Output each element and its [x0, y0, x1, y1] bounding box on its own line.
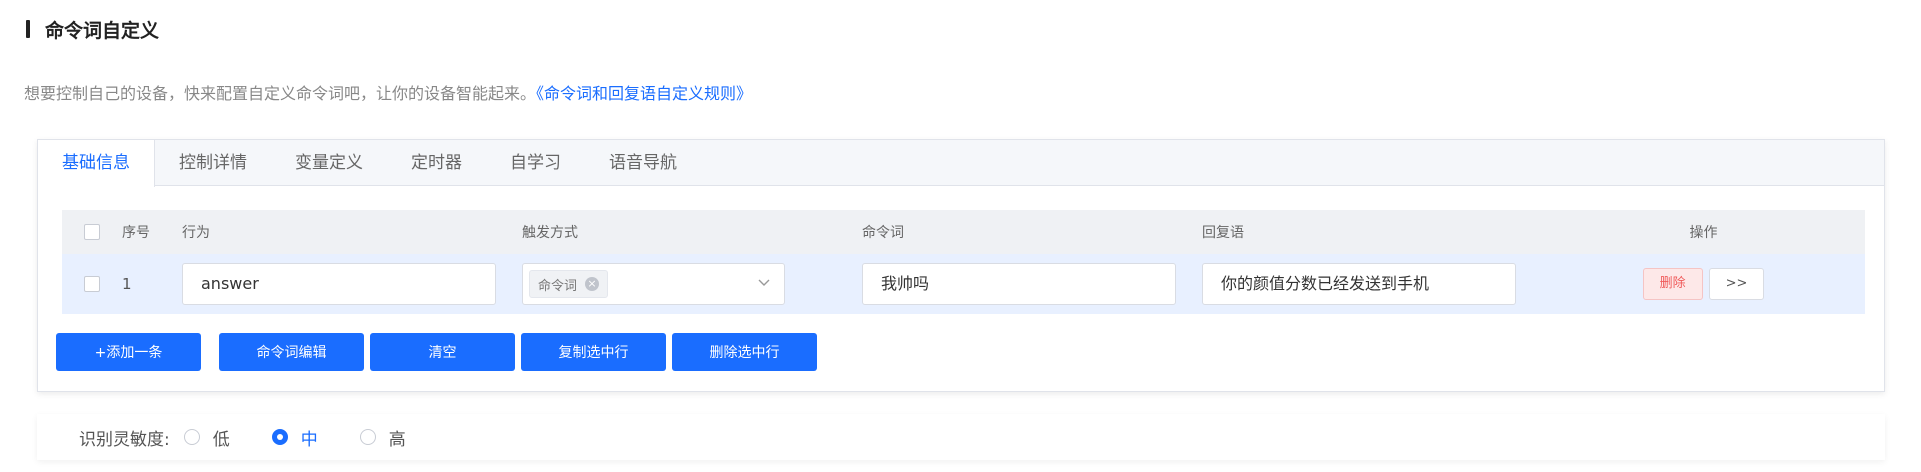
- add-row-button[interactable]: +添加一条: [56, 333, 201, 371]
- chevron-down-icon: [758, 279, 770, 286]
- action-input[interactable]: answer: [182, 263, 496, 305]
- action-bar: +添加一条 命令词编辑 清空 复制选中行 删除选中行: [56, 333, 823, 371]
- table-row: 1 answer 命令词 × 我帅吗 你的颜值分数已经发送到手机 删除 >>: [62, 254, 1865, 314]
- header-action: 行为: [182, 225, 210, 241]
- header-trigger: 触发方式: [522, 225, 578, 241]
- header-command: 命令词: [862, 225, 904, 241]
- rules-link[interactable]: 《命令词和回复语自定义规则》: [536, 84, 752, 103]
- clear-button[interactable]: 清空: [370, 333, 515, 371]
- copy-selected-button[interactable]: 复制选中行: [521, 333, 666, 371]
- trigger-tag-label: 命令词: [538, 278, 578, 294]
- edit-commands-button[interactable]: 命令词编辑: [219, 333, 364, 371]
- delete-selected-button[interactable]: 删除选中行: [672, 333, 817, 371]
- tag-remove-icon[interactable]: ×: [585, 277, 600, 291]
- description: 想要控制自己的设备，快来配置自定义命令词吧，让你的设备智能起来。《命令词和回复语…: [24, 80, 752, 104]
- sensitivity-label: 识别灵敏度:: [79, 429, 170, 450]
- radio-icon: [183, 429, 200, 445]
- sensitivity-low-radio[interactable]: 低: [183, 425, 230, 450]
- radio-checked-icon: [271, 429, 288, 445]
- config-card: 基础信息 控制详情 变量定义 定时器 自学习 语音导航 序号 行为 触发方式 命…: [37, 139, 1885, 392]
- title-accent-bar: [26, 20, 30, 38]
- sensitivity-high-radio[interactable]: 高: [359, 425, 406, 450]
- sensitivity-medium-radio[interactable]: 中: [271, 425, 318, 450]
- tab-variable-definition[interactable]: 变量定义: [271, 140, 387, 186]
- tab-basic-info[interactable]: 基础信息: [38, 140, 155, 187]
- header-reply: 回复语: [1202, 225, 1244, 241]
- row-checkbox[interactable]: [84, 276, 100, 292]
- radio-label: 高: [388, 429, 406, 450]
- table-header: 序号 行为 触发方式 命令词 回复语 操作: [62, 210, 1865, 254]
- header-operation: 操作: [1689, 225, 1718, 241]
- reply-input[interactable]: 你的颜值分数已经发送到手机: [1202, 263, 1516, 305]
- sensitivity-panel: 识别灵敏度: 低 中 高: [37, 414, 1885, 460]
- select-all-checkbox[interactable]: [84, 224, 100, 240]
- trigger-select[interactable]: 命令词 ×: [522, 263, 785, 305]
- tab-timer[interactable]: 定时器: [387, 140, 486, 186]
- tab-voice-navigation[interactable]: 语音导航: [585, 140, 701, 186]
- command-table: 序号 行为 触发方式 命令词 回复语 操作 1 answer 命令词 × 我帅吗…: [62, 210, 1865, 314]
- page-title: 命令词自定义: [45, 19, 160, 42]
- command-input[interactable]: 我帅吗: [862, 263, 1176, 305]
- tab-control-details[interactable]: 控制详情: [155, 140, 271, 186]
- delete-row-button[interactable]: 删除: [1642, 268, 1703, 300]
- row-index: 1: [122, 275, 132, 293]
- header-index: 序号: [122, 225, 150, 241]
- tab-self-learning[interactable]: 自学习: [486, 140, 585, 186]
- section-header: 命令词自定义: [26, 16, 159, 42]
- tab-bar: 基础信息 控制详情 变量定义 定时器 自学习 语音导航: [38, 140, 1884, 187]
- more-button[interactable]: >>: [1708, 268, 1765, 300]
- radio-label: 中: [300, 429, 318, 450]
- radio-icon: [359, 429, 376, 445]
- radio-label: 低: [212, 429, 230, 450]
- description-text: 想要控制自己的设备，快来配置自定义命令词吧，让你的设备智能起来。: [24, 84, 537, 103]
- trigger-tag: 命令词 ×: [529, 270, 609, 298]
